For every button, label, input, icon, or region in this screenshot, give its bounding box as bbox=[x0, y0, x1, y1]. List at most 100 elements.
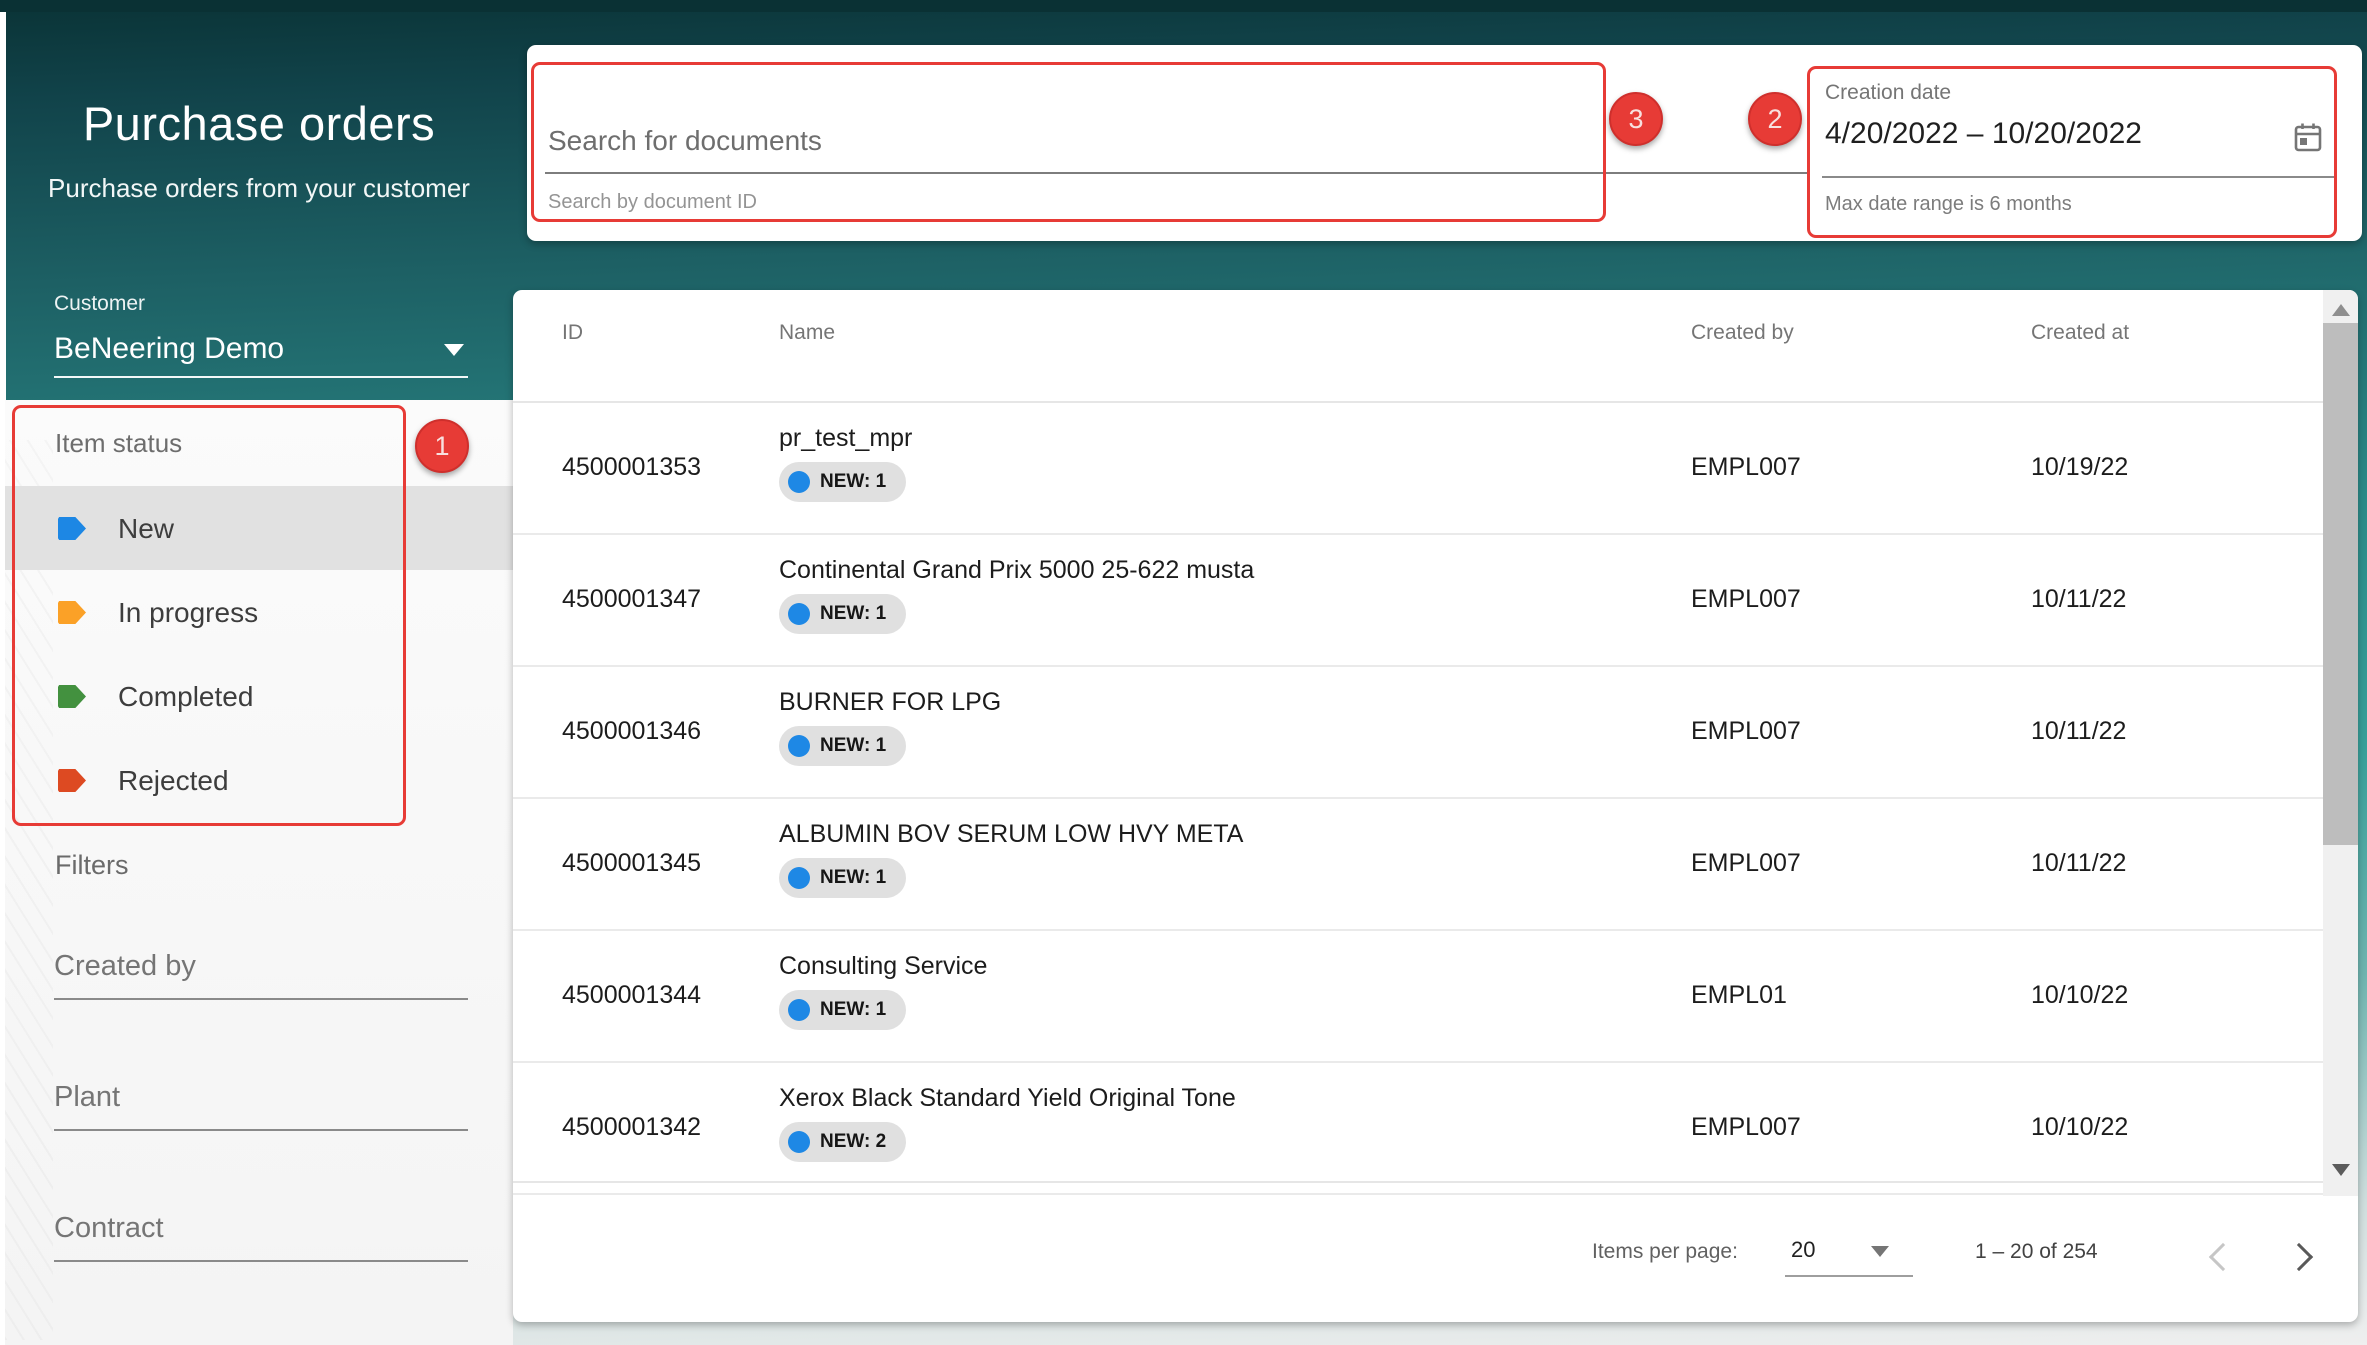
status-item-completed[interactable]: Completed bbox=[5, 654, 513, 738]
documents-table-card: ID Name Created by Created at 4500001353… bbox=[513, 290, 2358, 1322]
annotation-marker-3: 3 bbox=[1609, 92, 1663, 146]
badge-label: NEW: 1 bbox=[820, 735, 886, 757]
paginator-separator bbox=[513, 1181, 2323, 1183]
items-per-page-label: Items per page: bbox=[1592, 1240, 1738, 1264]
table-row[interactable]: 4500001344 Consulting Service NEW: 1 EMP… bbox=[513, 931, 2323, 1063]
row-name-block: ALBUMIN BOV SERUM LOW HVY META NEW: 1 bbox=[779, 819, 1243, 898]
row-name: ALBUMIN BOV SERUM LOW HVY META bbox=[779, 820, 1243, 848]
annotation-marker-2: 2 bbox=[1748, 92, 1802, 146]
page-title: Purchase orders bbox=[5, 96, 513, 151]
filter-placeholder: Created by bbox=[54, 950, 196, 983]
filter-underline bbox=[54, 1129, 468, 1131]
page-range-label: 1 – 20 of 254 bbox=[1975, 1240, 2098, 1264]
filter-placeholder: Plant bbox=[54, 1081, 120, 1114]
badge-dot-icon bbox=[788, 867, 810, 889]
chevron-down-icon bbox=[444, 344, 464, 356]
table-row[interactable]: 4500001353 pr_test_mpr NEW: 1 EMPL007 10… bbox=[513, 403, 2323, 535]
row-created-at: 10/10/22 bbox=[2031, 981, 2128, 1010]
search-underline bbox=[545, 172, 1807, 174]
items-per-page-underline bbox=[1785, 1275, 1913, 1277]
column-header-id: ID bbox=[562, 321, 583, 345]
date-underline bbox=[1822, 176, 2334, 178]
row-id: 4500001344 bbox=[562, 981, 701, 1010]
status-item-label: New bbox=[118, 513, 174, 545]
page-subtitle: Purchase orders from your customer bbox=[5, 173, 513, 204]
date-helper-text: Max date range is 6 months bbox=[1825, 193, 2072, 216]
annotation-marker-1: 1 bbox=[415, 419, 469, 473]
previous-page-button[interactable] bbox=[2209, 1243, 2237, 1271]
row-created-by: EMPL007 bbox=[1691, 717, 1801, 746]
row-created-by: EMPL007 bbox=[1691, 849, 1801, 878]
column-header-created-at: Created at bbox=[2031, 321, 2129, 345]
filter-underline bbox=[54, 1260, 468, 1262]
badge-dot-icon bbox=[788, 999, 810, 1021]
badge-dot-icon bbox=[788, 603, 810, 625]
creation-date-value: 4/20/2022 – 10/20/2022 bbox=[1825, 117, 2142, 151]
sidebar-panel: Item status New In progress Completed Re… bbox=[5, 400, 513, 1345]
customer-select[interactable]: BeNeering Demo bbox=[54, 330, 468, 374]
badge-label: NEW: 1 bbox=[820, 471, 886, 493]
badge-label: NEW: 2 bbox=[820, 1131, 886, 1153]
items-per-page-value[interactable]: 20 bbox=[1791, 1237, 1815, 1263]
status-badge: NEW: 1 bbox=[779, 858, 906, 898]
table-row[interactable]: 4500001345 ALBUMIN BOV SERUM LOW HVY MET… bbox=[513, 799, 2323, 931]
status-item-label: Completed bbox=[118, 681, 253, 713]
row-created-by: EMPL007 bbox=[1691, 1113, 1801, 1142]
row-name-block: pr_test_mpr NEW: 1 bbox=[779, 423, 912, 502]
row-name: Continental Grand Prix 5000 25-622 musta bbox=[779, 556, 1254, 584]
row-created-by: EMPL01 bbox=[1691, 981, 1787, 1010]
row-created-at: 10/10/22 bbox=[2031, 1113, 2128, 1142]
item-status-header: Item status bbox=[55, 428, 182, 459]
badge-dot-icon bbox=[788, 735, 810, 757]
row-id: 4500001353 bbox=[562, 453, 701, 482]
status-badge: NEW: 1 bbox=[779, 594, 906, 634]
filters-header: Filters bbox=[55, 850, 129, 881]
row-name: Consulting Service bbox=[779, 952, 987, 980]
row-created-at: 10/11/22 bbox=[2031, 585, 2126, 614]
tag-icon-completed bbox=[58, 685, 86, 708]
items-per-page-caret-icon[interactable] bbox=[1871, 1246, 1889, 1257]
sidebar-header: Purchase orders Purchase orders from you… bbox=[5, 0, 513, 204]
filter-created-by[interactable]: Created by bbox=[54, 950, 468, 1014]
status-item-rejected[interactable]: Rejected bbox=[5, 738, 513, 822]
status-item-label: In progress bbox=[118, 597, 258, 629]
creation-date-label: Creation date bbox=[1825, 81, 1951, 105]
row-id: 4500001347 bbox=[562, 585, 701, 614]
status-badge: NEW: 1 bbox=[779, 726, 906, 766]
row-name-block: Consulting Service NEW: 1 bbox=[779, 951, 987, 1030]
badge-label: NEW: 1 bbox=[820, 867, 886, 889]
row-name: pr_test_mpr bbox=[779, 424, 912, 452]
calendar-icon[interactable] bbox=[2292, 121, 2324, 160]
table-body: 4500001353 pr_test_mpr NEW: 1 EMPL007 10… bbox=[513, 403, 2323, 1195]
status-badge: NEW: 1 bbox=[779, 462, 906, 502]
scrollbar-thumb[interactable] bbox=[2323, 323, 2358, 845]
table-scrollbar[interactable] bbox=[2323, 290, 2358, 1196]
badge-dot-icon bbox=[788, 1131, 810, 1153]
column-header-name: Name bbox=[779, 321, 835, 345]
row-created-by: EMPL007 bbox=[1691, 453, 1801, 482]
status-item-new[interactable]: New bbox=[5, 486, 513, 570]
row-name-block: Continental Grand Prix 5000 25-622 musta… bbox=[779, 555, 1254, 634]
filter-contract[interactable]: Contract bbox=[54, 1212, 468, 1276]
table-row[interactable]: 4500001346 BURNER FOR LPG NEW: 1 EMPL007… bbox=[513, 667, 2323, 799]
filter-plant[interactable]: Plant bbox=[54, 1081, 468, 1145]
scroll-up-icon[interactable] bbox=[2332, 304, 2350, 316]
row-id: 4500001345 bbox=[562, 849, 701, 878]
row-created-at: 10/11/22 bbox=[2031, 717, 2126, 746]
tag-icon-new bbox=[58, 517, 86, 540]
badge-label: NEW: 1 bbox=[820, 999, 886, 1021]
row-created-at: 10/11/22 bbox=[2031, 849, 2126, 878]
status-item-label: Rejected bbox=[118, 765, 229, 797]
table-row[interactable]: 4500001347 Continental Grand Prix 5000 2… bbox=[513, 535, 2323, 667]
badge-dot-icon bbox=[788, 471, 810, 493]
status-badge: NEW: 2 bbox=[779, 1122, 906, 1162]
scroll-down-icon[interactable] bbox=[2332, 1164, 2350, 1176]
row-name-block: Xerox Black Standard Yield Original Tone… bbox=[779, 1083, 1236, 1162]
status-item-in-progress[interactable]: In progress bbox=[5, 570, 513, 654]
table-row[interactable]: 4500001342 Xerox Black Standard Yield Or… bbox=[513, 1063, 2323, 1195]
filter-underline bbox=[54, 998, 468, 1000]
badge-label: NEW: 1 bbox=[820, 603, 886, 625]
row-created-by: EMPL007 bbox=[1691, 585, 1801, 614]
row-id: 4500001346 bbox=[562, 717, 701, 746]
next-page-button[interactable] bbox=[2285, 1243, 2313, 1271]
